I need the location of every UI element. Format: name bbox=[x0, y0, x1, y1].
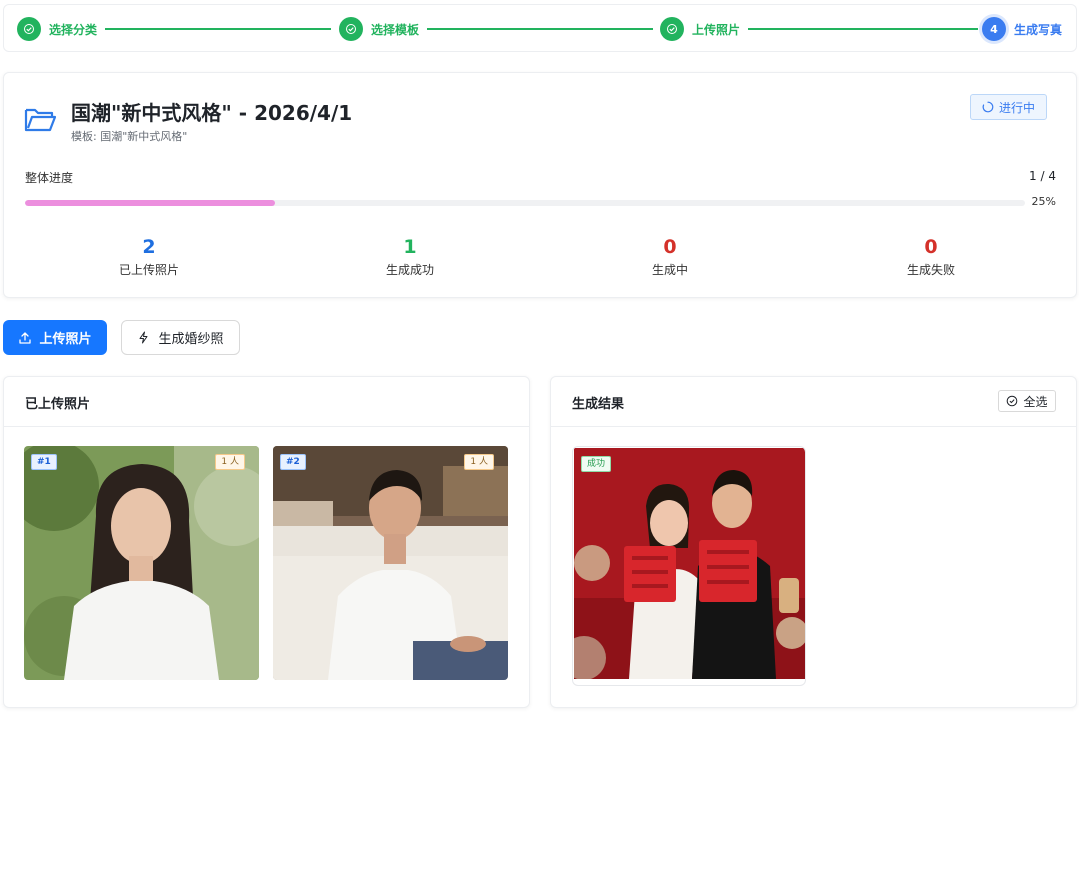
step-select-category[interactable]: 选择分类 bbox=[17, 17, 97, 41]
photo-woman-image bbox=[24, 446, 259, 680]
step-indicator: 选择分类 选择模板 上传照片 4 生成写真 bbox=[3, 4, 1077, 52]
stat-value: 0 bbox=[924, 236, 938, 258]
stat-label: 生成失败 bbox=[906, 263, 955, 277]
person-count-tag: 1 人 bbox=[215, 454, 245, 470]
step-connector bbox=[748, 28, 978, 30]
stat-generating: 0 生成中 bbox=[570, 235, 770, 278]
check-icon bbox=[339, 17, 363, 41]
upload-button-label: 上传照片 bbox=[39, 332, 92, 347]
step-label: 选择分类 bbox=[49, 22, 98, 37]
task-template-name: 模板: 国潮"新中式风格" bbox=[71, 130, 188, 143]
step-connector bbox=[105, 28, 331, 30]
success-tag: 成功 bbox=[581, 456, 612, 472]
stat-uploaded: 2 已上传照片 bbox=[49, 235, 249, 278]
stat-value: 0 bbox=[663, 236, 677, 258]
stat-success: 1 生成成功 bbox=[310, 235, 510, 278]
progress-label: 整体进度 bbox=[25, 171, 74, 185]
generation-results-panel: 生成结果 全选 成功 bbox=[550, 376, 1077, 708]
step-label: 上传照片 bbox=[692, 22, 741, 37]
generate-button-label: 生成婚纱照 bbox=[158, 332, 224, 347]
step-label: 选择模板 bbox=[371, 22, 420, 37]
check-circle-icon bbox=[1007, 395, 1018, 407]
result-card[interactable]: 成功 bbox=[572, 446, 806, 686]
task-title: 国潮"新中式风格" - 2026/4/1 bbox=[71, 101, 353, 125]
step-generate-portrait[interactable]: 4 生成写真 bbox=[982, 17, 1062, 41]
check-icon bbox=[660, 17, 684, 41]
select-all-label: 全选 bbox=[1023, 394, 1048, 409]
lightning-icon bbox=[139, 331, 148, 344]
photo-number-tag: #2 bbox=[280, 454, 306, 470]
step-label: 生成写真 bbox=[1014, 22, 1063, 37]
step-number: 4 bbox=[982, 17, 1006, 41]
check-icon bbox=[17, 17, 41, 41]
progress-bar bbox=[25, 200, 1025, 206]
uploaded-photos-panel: 已上传照片 #1 1 人 #2 1 人 bbox=[3, 376, 530, 708]
step-upload-photos[interactable]: 上传照片 bbox=[660, 17, 740, 41]
stat-failed: 0 生成失败 bbox=[831, 235, 1031, 278]
stat-label: 已上传照片 bbox=[118, 263, 179, 277]
progress-percent: 25% bbox=[1031, 195, 1056, 208]
photo-number-tag: #1 bbox=[31, 454, 57, 470]
photo-man-image bbox=[273, 446, 508, 680]
stat-label: 生成中 bbox=[651, 263, 688, 277]
uploaded-photo[interactable]: #2 1 人 bbox=[273, 446, 508, 680]
stat-label: 生成成功 bbox=[385, 263, 434, 277]
progress-fill bbox=[25, 200, 275, 206]
status-text: 进行中 bbox=[998, 100, 1035, 115]
task-card: 国潮"新中式风格" - 2026/4/1 模板: 国潮"新中式风格" 进行中 整… bbox=[3, 72, 1077, 298]
stat-value: 1 bbox=[403, 236, 417, 258]
progress-count: 1 / 4 bbox=[1029, 169, 1056, 183]
select-all-button[interactable]: 全选 bbox=[998, 390, 1056, 412]
person-count-tag: 1 人 bbox=[464, 454, 494, 470]
status-badge: 进行中 bbox=[970, 94, 1047, 120]
generate-wedding-photos-button[interactable]: 生成婚纱照 bbox=[121, 320, 240, 355]
stat-value: 2 bbox=[142, 236, 156, 258]
upload-icon bbox=[19, 331, 32, 344]
step-select-template[interactable]: 选择模板 bbox=[339, 17, 419, 41]
panel-title: 生成结果 bbox=[572, 397, 625, 412]
step-connector bbox=[427, 28, 653, 30]
uploaded-photo[interactable]: #1 1 人 bbox=[24, 446, 259, 680]
upload-photos-button[interactable]: 上传照片 bbox=[3, 320, 107, 355]
panel-title: 已上传照片 bbox=[25, 397, 91, 412]
loading-icon bbox=[982, 101, 994, 113]
wedding-photo-image bbox=[574, 448, 805, 679]
folder-open-icon bbox=[24, 105, 57, 135]
